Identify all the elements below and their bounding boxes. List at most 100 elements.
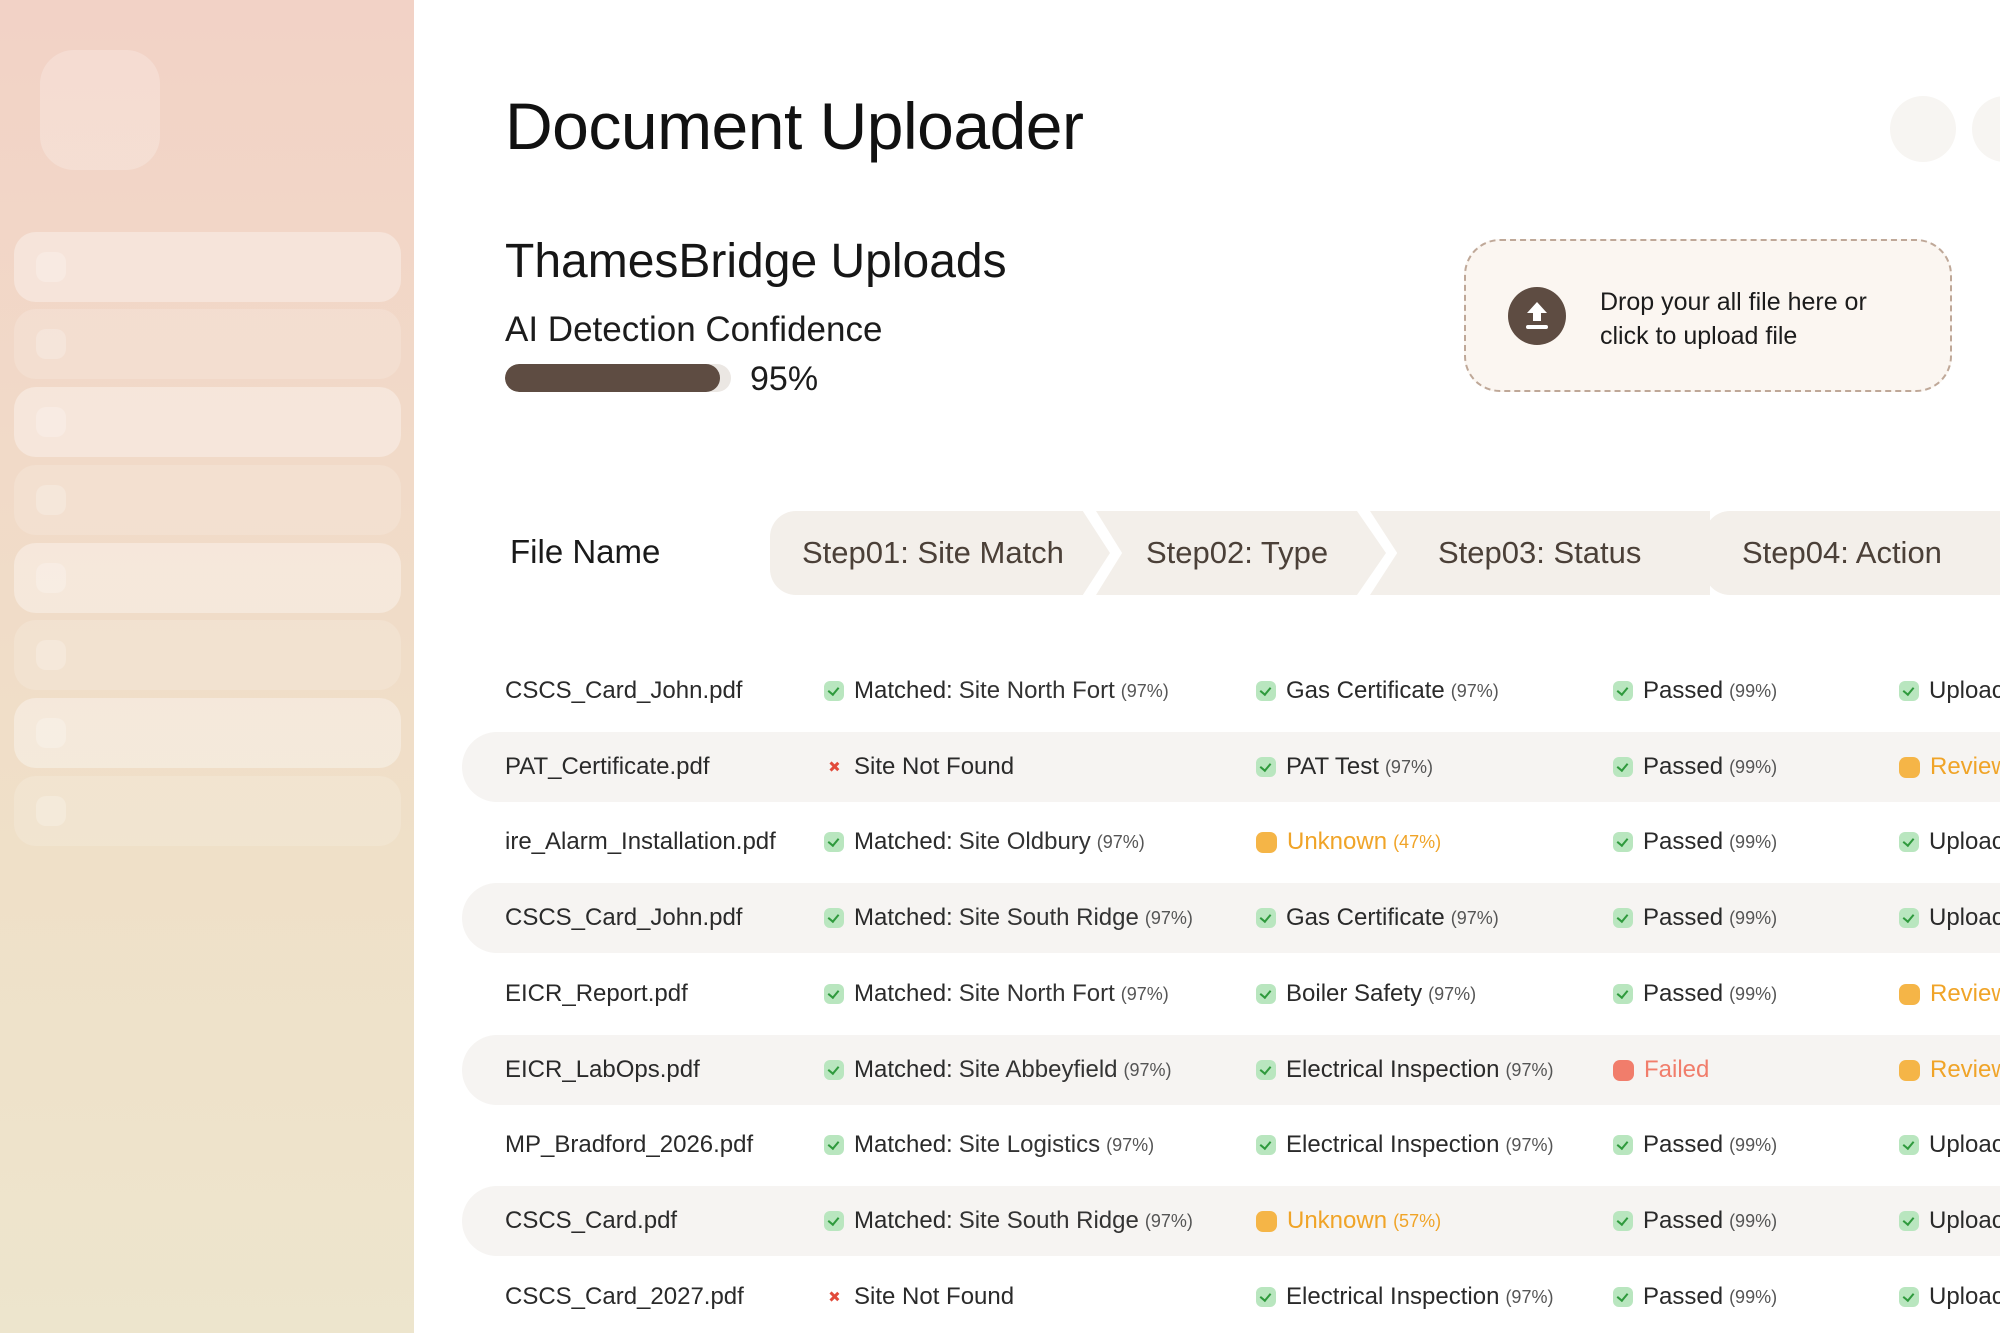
status-cell-label: Passed [1643,828,1724,855]
check-icon [1256,984,1276,1004]
file-name-cell[interactable]: ire_Alarm_Installation.pdf [505,807,776,877]
sidebar-item[interactable] [14,543,401,613]
action-cell[interactable]: Uploac [1899,1186,2000,1256]
status-cell-label: Passed [1643,904,1724,931]
check-icon [1613,1135,1633,1155]
type-cell-confidence: (97%) [1450,680,1499,701]
action-cell[interactable]: Review [1899,1035,2000,1105]
action-cell-label: Uploac [1929,1207,2000,1234]
check-icon [1256,681,1276,701]
type-cell: Gas Certificate (97%) [1256,656,1499,726]
warning-icon [1256,1210,1277,1232]
site-match-cell-confidence: (97%) [1123,1059,1172,1080]
file-name-cell[interactable]: CSCS_Card_2027.pdf [505,1262,744,1332]
check-icon [1899,832,1919,852]
step-type-tab[interactable]: Step02: Type [1096,511,1386,595]
status-cell-label: Failed [1644,1056,1710,1083]
status-cell-label: Passed [1643,980,1724,1007]
check-icon [824,1060,844,1080]
site-match-cell: Matched: Site Logistics (97%) [824,1110,1154,1180]
type-cell-confidence: (97%) [1384,756,1433,777]
check-icon [1899,1135,1919,1155]
action-cell[interactable]: Review [1899,732,2000,802]
action-cell[interactable]: Uploac [1899,656,2000,726]
step-status-tab[interactable]: Step03: Status [1370,511,1710,595]
check-icon [1256,1060,1276,1080]
table-row[interactable]: CSCS_Card_John.pdf Matched: Site South Rid… [462,883,2000,953]
action-cell[interactable]: Uploac [1899,1110,2000,1180]
check-icon [824,984,844,1004]
site-match-cell: Site Not Found [824,732,1014,802]
type-cell-label: Boiler Safety [1286,980,1423,1007]
page-title: Document Uploader [505,89,1084,163]
action-cell[interactable]: Uploac [1899,883,2000,953]
check-icon [1613,1211,1633,1231]
file-dropzone[interactable]: Drop your all file here or click to uplo… [1464,239,1952,392]
table-row[interactable]: MP_Bradford_2026.pdf Matched: Site Logisti… [462,1110,2000,1180]
table-row[interactable]: PAT_Certificate.pdf Site Not Found PAT Tes… [462,732,2000,802]
sidebar-item[interactable] [14,620,401,690]
status-cell: Passed (99%) [1613,1186,1777,1256]
confidence-progress-fill [505,364,720,392]
table-row[interactable]: CSCS_Card_2027.pdf Site Not Found Electric… [462,1262,2000,1332]
status-cell: Passed (99%) [1613,959,1777,1029]
warning-icon [1899,1059,1920,1081]
file-name-cell[interactable]: MP_Bradford_2026.pdf [505,1110,753,1180]
check-icon [1256,1135,1276,1155]
sidebar-item[interactable] [14,698,401,768]
table-row[interactable]: EICR_LabOps.pdf Matched: Site Abbeyfield (9… [462,1035,2000,1105]
table-row[interactable]: CSCS_Card.pdf Matched: Site South Ridge (97… [462,1186,2000,1256]
step-action-tab[interactable]: Step04: Action [1704,511,2000,595]
table-row[interactable]: EICR_Report.pdf Matched: Site North Fort (9… [462,959,2000,1029]
check-icon [1899,908,1919,928]
sidebar-item-icon [36,485,66,515]
step-site-match-tab[interactable]: Step01: Site Match [770,511,1110,595]
site-match-cell-label: Matched: [854,980,953,1007]
action-cell[interactable]: Uploac [1899,1262,2000,1332]
status-cell-confidence: (99%) [1729,756,1778,777]
status-cell-confidence: (99%) [1729,907,1778,928]
sidebar-item[interactable] [14,465,401,535]
file-name-cell[interactable]: CSCS_Card_John.pdf [505,656,742,726]
site-match-cell-label: Matched: [854,1131,953,1158]
action-cell-label: Review [1930,753,2000,780]
file-name-cell[interactable]: PAT_Certificate.pdf [505,732,710,802]
error-icon [1613,1059,1634,1081]
table-row[interactable]: ire_Alarm_Installation.pdf Matched: Site O… [462,807,2000,877]
status-cell-confidence: (99%) [1729,983,1778,1004]
status-cell: Failed [1613,1035,1709,1105]
status-cell: Passed (99%) [1613,807,1777,877]
user-avatar[interactable] [1890,96,1956,162]
status-cell: Passed (99%) [1613,1262,1777,1332]
check-icon [1256,908,1276,928]
check-icon [1613,832,1633,852]
file-name-cell[interactable]: CSCS_Card_John.pdf [505,883,742,953]
sidebar-item[interactable] [14,387,401,457]
table-row[interactable]: CSCS_Card_John.pdf Matched: Site North For… [462,656,2000,726]
file-name-cell[interactable]: EICR_Report.pdf [505,959,688,1029]
site-match-cell-value: Site North Fort [958,980,1115,1007]
check-icon [824,832,844,852]
type-cell: Gas Certificate (97%) [1256,883,1499,953]
type-cell: Boiler Safety (97%) [1256,959,1476,1029]
site-match-cell: Matched: Site Abbeyfield (97%) [824,1035,1172,1105]
action-cell-label: Review [1930,980,2000,1007]
sidebar-item-icon [36,640,66,670]
action-cell[interactable]: Uploac [1899,807,2000,877]
file-name-cell[interactable]: CSCS_Card.pdf [505,1186,677,1256]
status-cell-label: Passed [1643,1207,1724,1234]
site-match-cell-label: Matched: [854,828,953,855]
check-icon [1256,1287,1276,1307]
site-match-cell-value: Site Abbeyfield [958,1056,1118,1083]
file-name-cell[interactable]: EICR_LabOps.pdf [505,1035,700,1105]
confidence-progress-bar [505,364,731,392]
sidebar-item[interactable] [14,309,401,379]
warning-icon [1899,756,1920,778]
action-cell[interactable]: Review [1899,959,2000,1029]
site-match-cell-confidence: (97%) [1144,1210,1193,1231]
sidebar-item[interactable] [14,776,401,846]
type-cell-confidence: (97%) [1505,1286,1554,1307]
check-icon [824,1211,844,1231]
menu-button[interactable] [1972,96,2000,162]
sidebar-item[interactable] [14,232,401,302]
